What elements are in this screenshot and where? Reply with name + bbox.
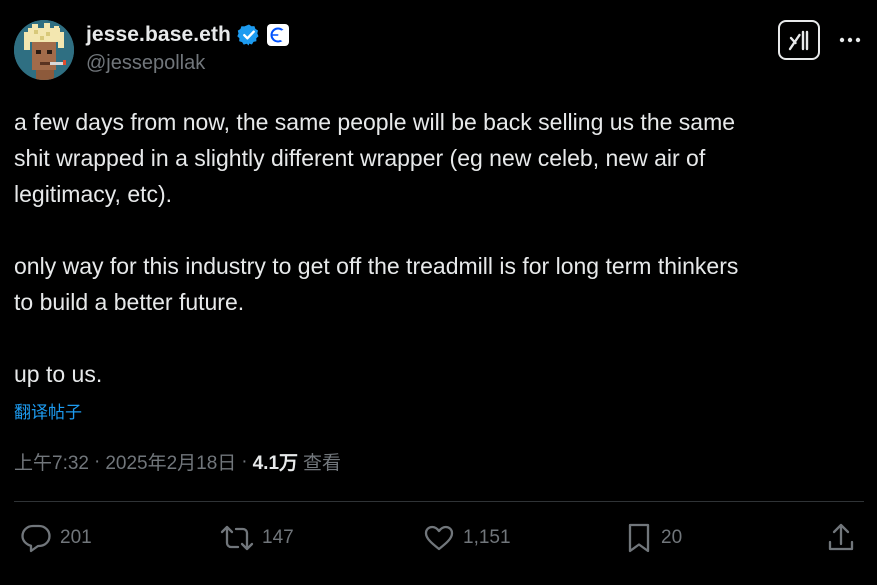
base-affiliate-icon[interactable]: [267, 24, 289, 46]
tweet-meta: 上午7:32 · 2025年2月18日 · 4.1万 查看: [14, 448, 341, 475]
verified-badge-icon[interactable]: [237, 23, 261, 47]
tweet-line: to build a better future.: [14, 289, 245, 315]
views-label: 查看: [303, 453, 342, 474]
divider: [14, 501, 864, 502]
translate-post-link[interactable]: 翻译帖子: [14, 398, 82, 423]
tweet-line: legitimacy, etc).: [14, 181, 173, 207]
grok-icon: [788, 30, 809, 51]
share-button[interactable]: [826, 518, 856, 558]
repost-count: 147: [262, 527, 294, 548]
display-name[interactable]: jesse.base.eth: [86, 23, 231, 47]
share-icon: [828, 523, 854, 551]
tweet-line: up to us.: [14, 361, 103, 387]
reply-count: 201: [60, 527, 92, 548]
like-count: 1,151: [463, 527, 511, 548]
post-date[interactable]: 2025年2月18日: [105, 448, 236, 475]
more-options-button[interactable]: [834, 28, 866, 52]
author-block: jesse.base.eth @jessepollak: [86, 20, 289, 75]
separator: ·: [93, 450, 101, 472]
views-count: 4.1万: [252, 453, 299, 474]
heart-icon: [424, 525, 454, 551]
tweet: jesse.base.eth @jessepollak a few days f…: [0, 0, 877, 585]
tweet-line: a few days from now, the same people wil…: [14, 109, 736, 135]
tweet-text: a few days from now, the same people wil…: [14, 104, 864, 392]
like-button[interactable]: 1,151: [423, 518, 511, 558]
repost-button[interactable]: 147: [220, 518, 294, 558]
separator: ·: [241, 450, 248, 472]
handle[interactable]: @jessepollak: [86, 52, 289, 75]
bookmark-count: 20: [661, 527, 683, 548]
post-time[interactable]: 上午7:32: [14, 448, 89, 475]
tweet-line: only way for this industry to get off th…: [14, 253, 739, 279]
grok-button[interactable]: [778, 20, 820, 60]
name-row: jesse.base.eth: [86, 20, 289, 50]
bookmark-icon: [628, 523, 650, 553]
tweet-line: shit wrapped in a slightly different wra…: [14, 145, 706, 171]
avatar[interactable]: [14, 20, 74, 80]
bookmark-button[interactable]: 20: [625, 518, 682, 558]
more-dots-icon: [839, 37, 861, 43]
repost-icon: [220, 525, 254, 551]
reply-button[interactable]: 201: [20, 518, 92, 558]
reply-icon: [21, 524, 51, 553]
